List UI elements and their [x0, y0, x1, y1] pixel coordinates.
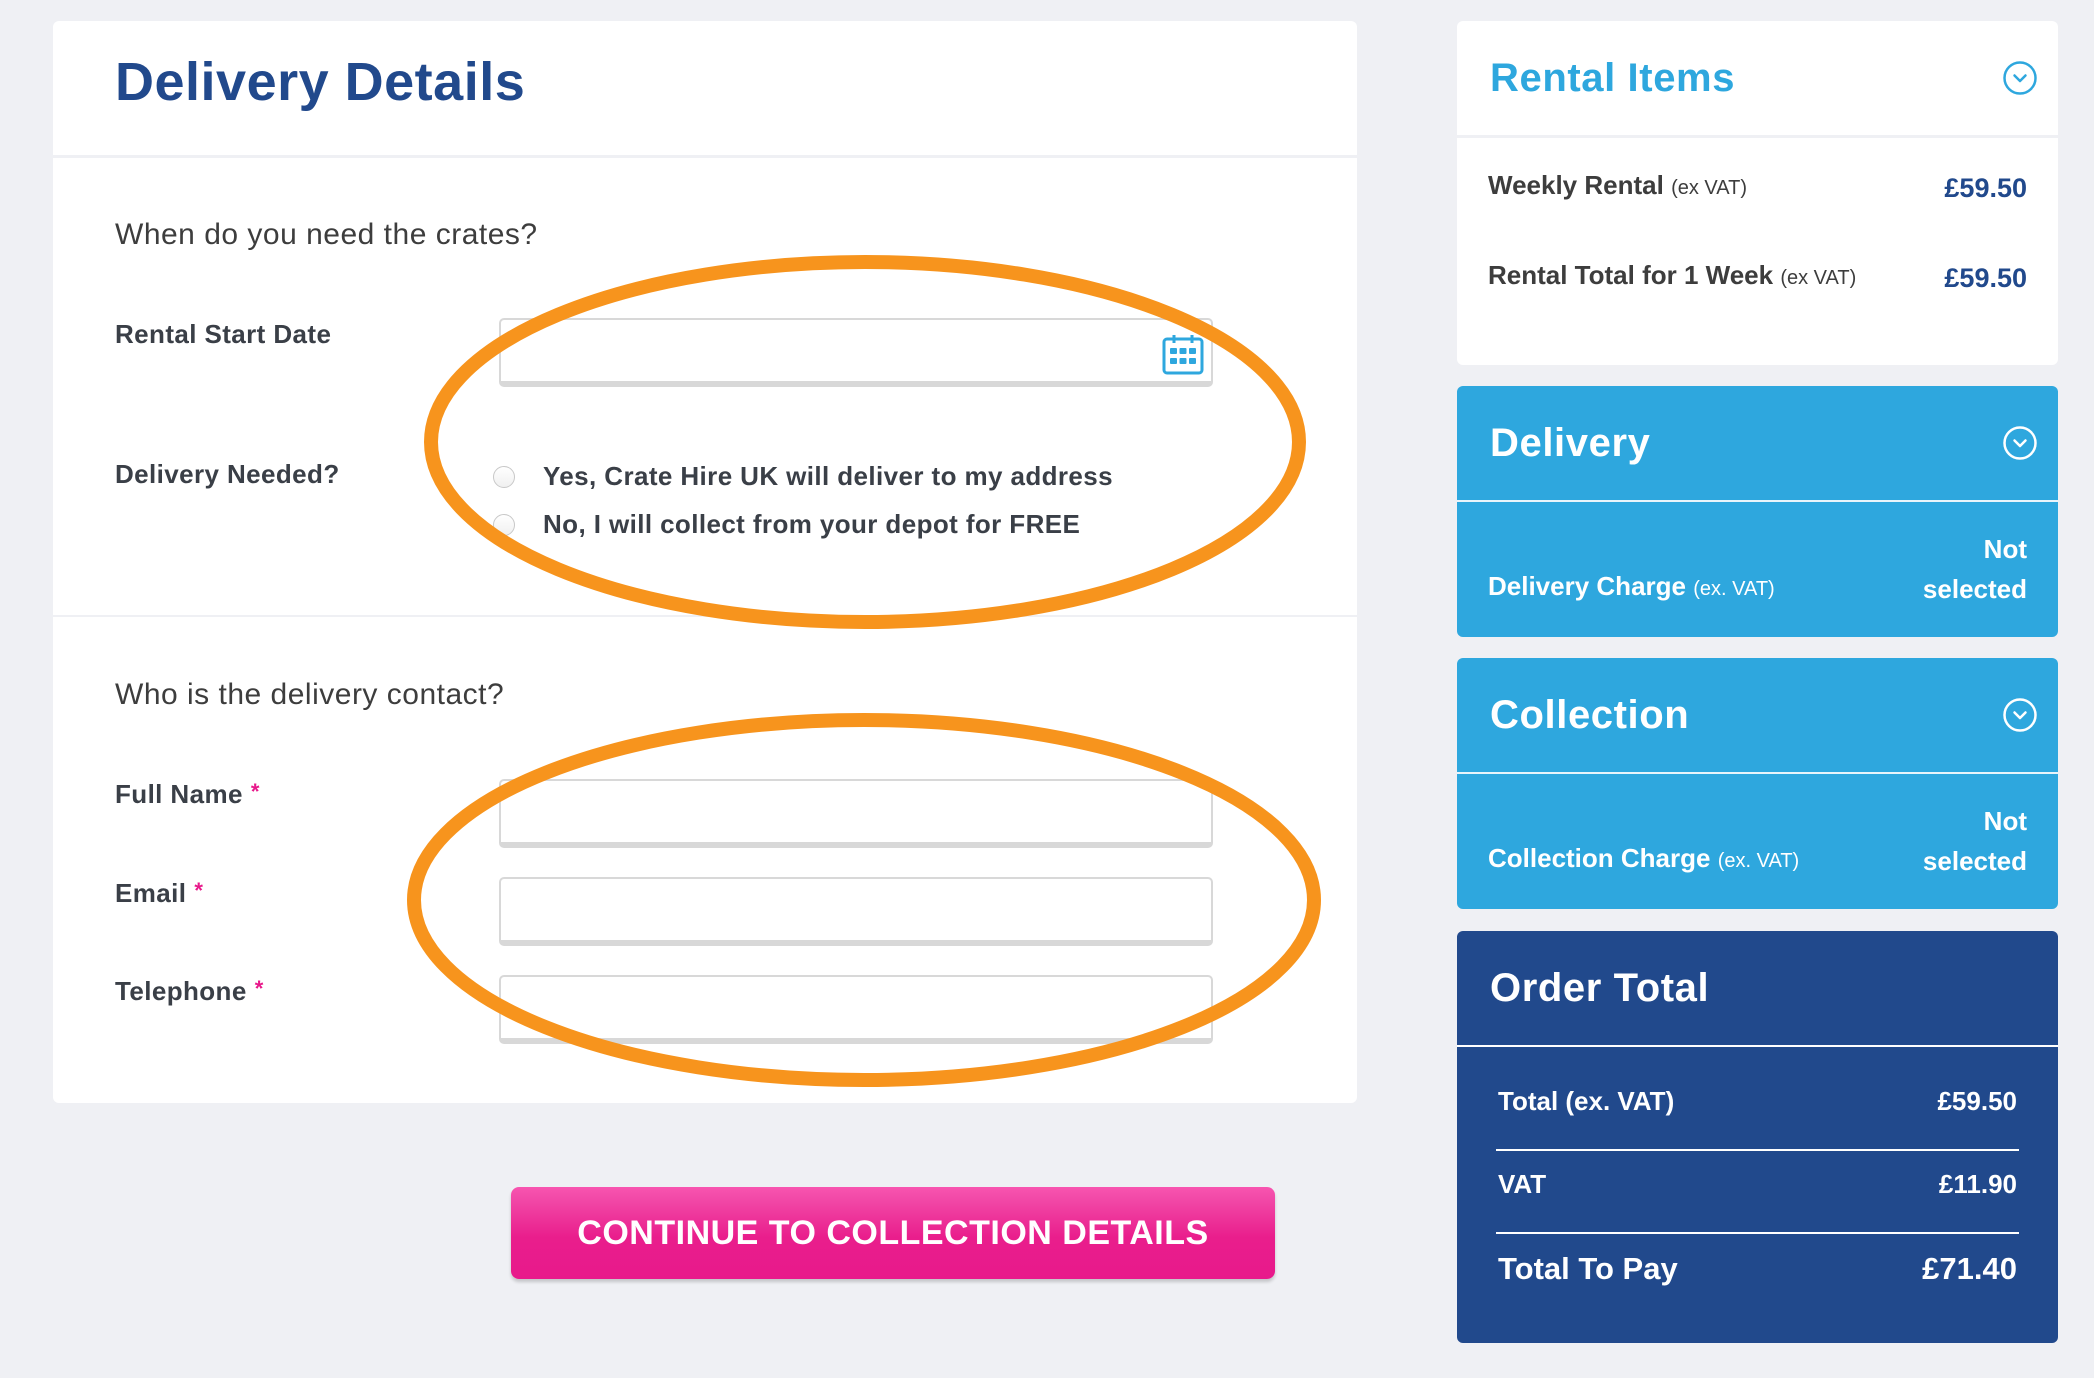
email-input[interactable]	[499, 877, 1213, 946]
required-asterisk: *	[254, 976, 264, 1001]
charge-label-text: Delivery Charge	[1488, 571, 1686, 601]
contact-section-heading: Who is the delivery contact?	[115, 678, 505, 711]
chevron-down-circle-icon[interactable]	[2002, 425, 2038, 461]
delivery-needed-label: Delivery Needed?	[115, 459, 340, 489]
chevron-down-circle-icon[interactable]	[2002, 697, 2038, 733]
delivery-option-yes[interactable]: Yes, Crate Hire UK will deliver to my ad…	[493, 461, 1113, 492]
charge-value-line: selected	[1922, 846, 2027, 876]
radio-button[interactable]	[493, 513, 515, 536]
when-section-heading: When do you need the crates?	[115, 218, 538, 251]
email-label: Email *	[115, 878, 203, 909]
line-label-text: Rental Total for 1 Week	[1488, 260, 1774, 290]
collection-header[interactable]: Collection	[1457, 658, 2058, 772]
row-divider	[1496, 1149, 2019, 1151]
rental-line: Weekly Rental (ex VAT) £59.50	[1488, 164, 2027, 209]
radio-button[interactable]	[493, 465, 515, 488]
header-divider	[53, 155, 1357, 158]
total-row-value: £59.50	[1937, 1086, 2017, 1116]
total-ex-vat-row: Total (ex. VAT) £59.50	[1498, 1086, 2017, 1117]
required-asterisk: *	[250, 779, 260, 804]
collection-panel: Collection Collection Charge (ex. VAT) N…	[1457, 658, 2058, 909]
delivery-details-card: Delivery Details When do you need the cr…	[53, 21, 1357, 1103]
rental-line-label: Rental Total for 1 Week (ex VAT)	[1488, 254, 1868, 299]
total-row-value: £71.40	[1922, 1251, 2017, 1286]
rental-items-header[interactable]: Rental Items	[1457, 21, 2058, 135]
telephone-input[interactable]	[499, 975, 1213, 1044]
rental-line-label: Weekly Rental (ex VAT)	[1488, 164, 1747, 209]
rental-items-title: Rental Items	[1490, 55, 1736, 100]
total-to-pay-row: Total To Pay £71.40	[1498, 1251, 2017, 1287]
header-divider	[1457, 772, 2058, 774]
calendar-icon[interactable]	[1162, 333, 1204, 375]
radio-label: No, I will collect from your depot for F…	[543, 509, 1081, 539]
charge-value-line: Not	[1983, 534, 2027, 564]
header-divider	[1457, 1045, 2058, 1047]
full-name-input[interactable]	[499, 779, 1213, 848]
charge-value-line: selected	[1922, 574, 2027, 604]
full-name-label: Full Name *	[115, 779, 260, 810]
vat-row: VAT £11.90	[1498, 1169, 2017, 1200]
row-divider	[1496, 1232, 2019, 1234]
total-row-label: Total (ex. VAT)	[1498, 1086, 1675, 1116]
collection-charge-value: Not selected	[1923, 801, 2027, 881]
continue-to-collection-button[interactable]: CONTINUE TO COLLECTION DETAILS	[511, 1187, 1275, 1279]
delivery-charge-label: Delivery Charge (ex. VAT)	[1488, 566, 1775, 609]
charge-note: (ex. VAT)	[1693, 578, 1775, 600]
collection-charge-label: Collection Charge (ex. VAT)	[1488, 838, 1799, 881]
rental-start-date-label: Rental Start Date	[115, 319, 332, 349]
header-divider	[1457, 500, 2058, 502]
required-asterisk: *	[194, 878, 204, 903]
rental-total-price: £59.50	[1944, 263, 2027, 293]
rental-start-date-input[interactable]	[499, 318, 1213, 387]
rental-line: Rental Total for 1 Week (ex VAT) £59.50	[1488, 254, 2027, 299]
email-label-text: Email	[115, 878, 187, 908]
delivery-title: Delivery	[1490, 420, 1651, 465]
section-divider	[53, 615, 1357, 617]
total-row-label: VAT	[1498, 1169, 1547, 1199]
order-total-title: Order Total	[1490, 965, 1710, 1010]
order-total-header: Order Total	[1457, 931, 2058, 1045]
chevron-down-circle-icon[interactable]	[2002, 60, 2038, 96]
total-row-label: Total To Pay	[1498, 1251, 1678, 1286]
rental-items-panel: Rental Items Weekly Rental (ex VAT) £59.…	[1457, 21, 2058, 365]
total-row-value: £11.90	[1938, 1169, 2017, 1199]
radio-label: Yes, Crate Hire UK will deliver to my ad…	[543, 461, 1114, 491]
line-note: (ex VAT)	[1780, 267, 1857, 289]
charge-label-text: Collection Charge	[1488, 843, 1711, 873]
delivery-panel: Delivery Delivery Charge (ex. VAT) Not s…	[1457, 386, 2058, 637]
weekly-rental-price: £59.50	[1944, 173, 2027, 203]
header-divider	[1457, 135, 2058, 138]
telephone-label-text: Telephone	[115, 976, 247, 1006]
charge-note: (ex. VAT)	[1717, 850, 1800, 872]
collection-title: Collection	[1490, 692, 1690, 737]
full-name-label-text: Full Name	[115, 779, 243, 809]
order-total-panel: Order Total Total (ex. VAT) £59.50 VAT £…	[1457, 931, 2058, 1343]
delivery-option-no[interactable]: No, I will collect from your depot for F…	[493, 509, 1080, 540]
line-label-text: Weekly Rental	[1488, 170, 1664, 200]
line-note: (ex VAT)	[1671, 177, 1747, 199]
delivery-charge-value: Not selected	[1923, 529, 2027, 609]
delivery-charge-row: Delivery Charge (ex. VAT) Not selected	[1488, 529, 2027, 609]
telephone-label: Telephone *	[115, 976, 264, 1007]
charge-value-line: Not	[1983, 806, 2027, 836]
collection-charge-row: Collection Charge (ex. VAT) Not selected	[1488, 801, 2027, 881]
page-title: Delivery Details	[115, 52, 526, 112]
delivery-header[interactable]: Delivery	[1457, 386, 2058, 500]
